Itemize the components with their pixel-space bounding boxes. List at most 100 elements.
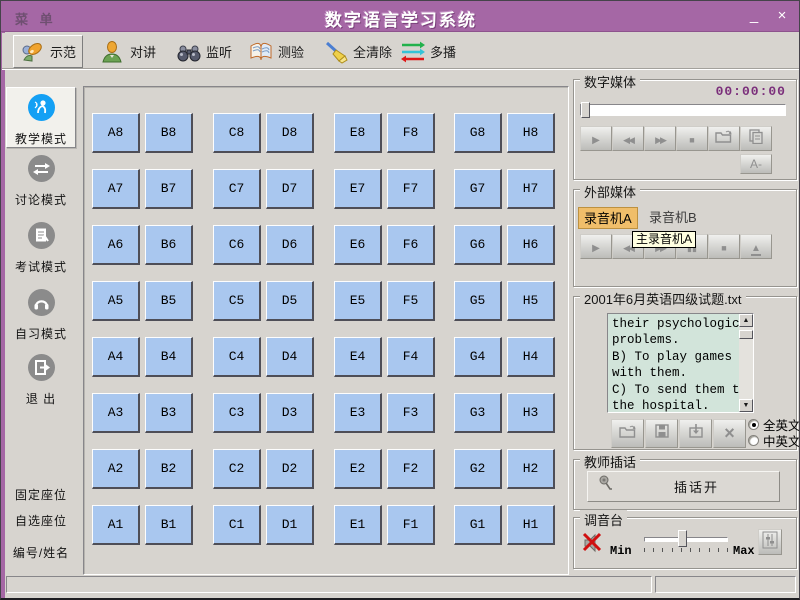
seat-button-H4[interactable]: H4 xyxy=(507,337,555,377)
media-progress-thumb[interactable] xyxy=(581,102,590,118)
sidebar-mode-5[interactable]: 退 出 xyxy=(6,348,76,407)
seat-button-G4[interactable]: G4 xyxy=(454,337,502,377)
rewind-button[interactable]: ◀◀ xyxy=(612,126,644,151)
seat-button-F2[interactable]: F2 xyxy=(387,449,435,489)
text-viewer[interactable]: their psychologicalproblems.B) To play g… xyxy=(607,313,754,413)
seat-button-G2[interactable]: G2 xyxy=(454,449,502,489)
seat-button-D1[interactable]: D1 xyxy=(266,505,314,545)
volume-thumb[interactable] xyxy=(678,530,687,547)
seat-button-B4[interactable]: B4 xyxy=(145,337,193,377)
seat-button-E7[interactable]: E7 xyxy=(334,169,382,209)
sidebar-mode-3[interactable]: 考试模式 xyxy=(6,216,76,275)
seat-button-G3[interactable]: G3 xyxy=(454,393,502,433)
seat-button-G1[interactable]: G1 xyxy=(454,505,502,545)
seat-button-D2[interactable]: D2 xyxy=(266,449,314,489)
seat-button-E5[interactable]: E5 xyxy=(334,281,382,321)
seat-button-F1[interactable]: F1 xyxy=(387,505,435,545)
seat-button-B6[interactable]: B6 xyxy=(145,225,193,265)
import-button[interactable] xyxy=(679,419,712,448)
tab-recorder-a[interactable]: 录音机A xyxy=(578,207,638,229)
mute-speaker-icon[interactable] xyxy=(580,530,606,561)
seat-button-D4[interactable]: D4 xyxy=(266,337,314,377)
toolbar-item-1[interactable]: 示范 xyxy=(13,35,83,68)
scroll-down-icon[interactable]: ▼ xyxy=(739,399,753,412)
seat-button-D6[interactable]: D6 xyxy=(266,225,314,265)
seat-button-E3[interactable]: E3 xyxy=(334,393,382,433)
seat-button-B1[interactable]: B1 xyxy=(145,505,193,545)
seat-button-A7[interactable]: A7 xyxy=(92,169,140,209)
close-button[interactable]: × xyxy=(771,7,793,27)
sidebar-mode-4[interactable]: 自习模式 xyxy=(6,283,76,342)
scrollbar[interactable]: ▲ ▼ xyxy=(739,314,753,412)
copy-button[interactable] xyxy=(740,126,772,151)
seat-button-H1[interactable]: H1 xyxy=(507,505,555,545)
seat-button-H7[interactable]: H7 xyxy=(507,169,555,209)
seat-button-A8[interactable]: A8 xyxy=(92,113,140,153)
seat-button-H6[interactable]: H6 xyxy=(507,225,555,265)
seat-button-B8[interactable]: B8 xyxy=(145,113,193,153)
seat-button-F5[interactable]: F5 xyxy=(387,281,435,321)
toolbar-item-5[interactable]: 全清除 xyxy=(317,35,398,68)
toolbar-item-3[interactable]: 监听 xyxy=(170,35,238,68)
close-x-button[interactable]: × xyxy=(713,419,746,448)
seat-button-E8[interactable]: E8 xyxy=(334,113,382,153)
seat-button-B7[interactable]: B7 xyxy=(145,169,193,209)
stop-button[interactable]: ■ xyxy=(676,126,708,151)
play-button[interactable]: ▶ xyxy=(580,234,612,259)
play-button[interactable]: ▶ xyxy=(580,126,612,151)
tab-recorder-b[interactable]: 录音机B xyxy=(644,207,702,229)
stop-button[interactable]: ■ xyxy=(708,234,740,259)
fast-forward-button[interactable]: ▶▶ xyxy=(644,126,676,151)
sidebar-link-1[interactable]: 固定座位 xyxy=(1,486,81,503)
sidebar-mode-2[interactable]: 讨论模式 xyxy=(6,149,76,208)
font-size-button[interactable]: A- xyxy=(740,154,772,174)
seat-button-C7[interactable]: C7 xyxy=(213,169,261,209)
eject-button[interactable]: ▲ xyxy=(740,234,772,259)
seat-button-A1[interactable]: A1 xyxy=(92,505,140,545)
toolbar-item-4[interactable]: 测验 xyxy=(242,35,310,68)
seat-button-F3[interactable]: F3 xyxy=(387,393,435,433)
talk-on-button[interactable]: 插话开 xyxy=(587,471,780,502)
seat-button-A3[interactable]: A3 xyxy=(92,393,140,433)
scroll-thumb[interactable] xyxy=(739,330,753,339)
seat-button-B2[interactable]: B2 xyxy=(145,449,193,489)
seat-button-H2[interactable]: H2 xyxy=(507,449,555,489)
seat-button-H5[interactable]: H5 xyxy=(507,281,555,321)
seat-button-C4[interactable]: C4 xyxy=(213,337,261,377)
seat-button-C6[interactable]: C6 xyxy=(213,225,261,265)
sidebar-link-3[interactable]: 编号/姓名 xyxy=(1,544,81,561)
seat-button-F6[interactable]: F6 xyxy=(387,225,435,265)
seat-button-D3[interactable]: D3 xyxy=(266,393,314,433)
save-button[interactable] xyxy=(645,419,678,448)
seat-button-A4[interactable]: A4 xyxy=(92,337,140,377)
seat-button-D8[interactable]: D8 xyxy=(266,113,314,153)
seat-button-B5[interactable]: B5 xyxy=(145,281,193,321)
seat-button-A2[interactable]: A2 xyxy=(92,449,140,489)
scroll-up-icon[interactable]: ▲ xyxy=(739,314,753,327)
minimize-button[interactable]: _ xyxy=(743,7,765,27)
seat-button-H8[interactable]: H8 xyxy=(507,113,555,153)
radio-chinese-english[interactable]: 中英文 xyxy=(748,431,800,450)
seat-button-F8[interactable]: F8 xyxy=(387,113,435,153)
seat-button-C1[interactable]: C1 xyxy=(213,505,261,545)
seat-button-C3[interactable]: C3 xyxy=(213,393,261,433)
seat-button-C2[interactable]: C2 xyxy=(213,449,261,489)
open-folder-button[interactable] xyxy=(708,126,740,151)
seat-button-C8[interactable]: C8 xyxy=(213,113,261,153)
toolbar-item-2[interactable]: 对讲 xyxy=(94,35,162,68)
seat-button-F4[interactable]: F4 xyxy=(387,337,435,377)
seat-button-E1[interactable]: E1 xyxy=(334,505,382,545)
seat-button-G7[interactable]: G7 xyxy=(454,169,502,209)
seat-button-C5[interactable]: C5 xyxy=(213,281,261,321)
sidebar-mode-1[interactable]: 教学模式 xyxy=(6,87,76,148)
seat-button-H3[interactable]: H3 xyxy=(507,393,555,433)
mixer-settings-button[interactable] xyxy=(758,529,782,555)
open-folder-button[interactable] xyxy=(611,419,644,448)
seat-button-E2[interactable]: E2 xyxy=(334,449,382,489)
seat-button-A5[interactable]: A5 xyxy=(92,281,140,321)
seat-button-A6[interactable]: A6 xyxy=(92,225,140,265)
seat-button-B3[interactable]: B3 xyxy=(145,393,193,433)
seat-button-D7[interactable]: D7 xyxy=(266,169,314,209)
seat-button-F7[interactable]: F7 xyxy=(387,169,435,209)
sidebar-link-2[interactable]: 自选座位 xyxy=(1,512,81,529)
